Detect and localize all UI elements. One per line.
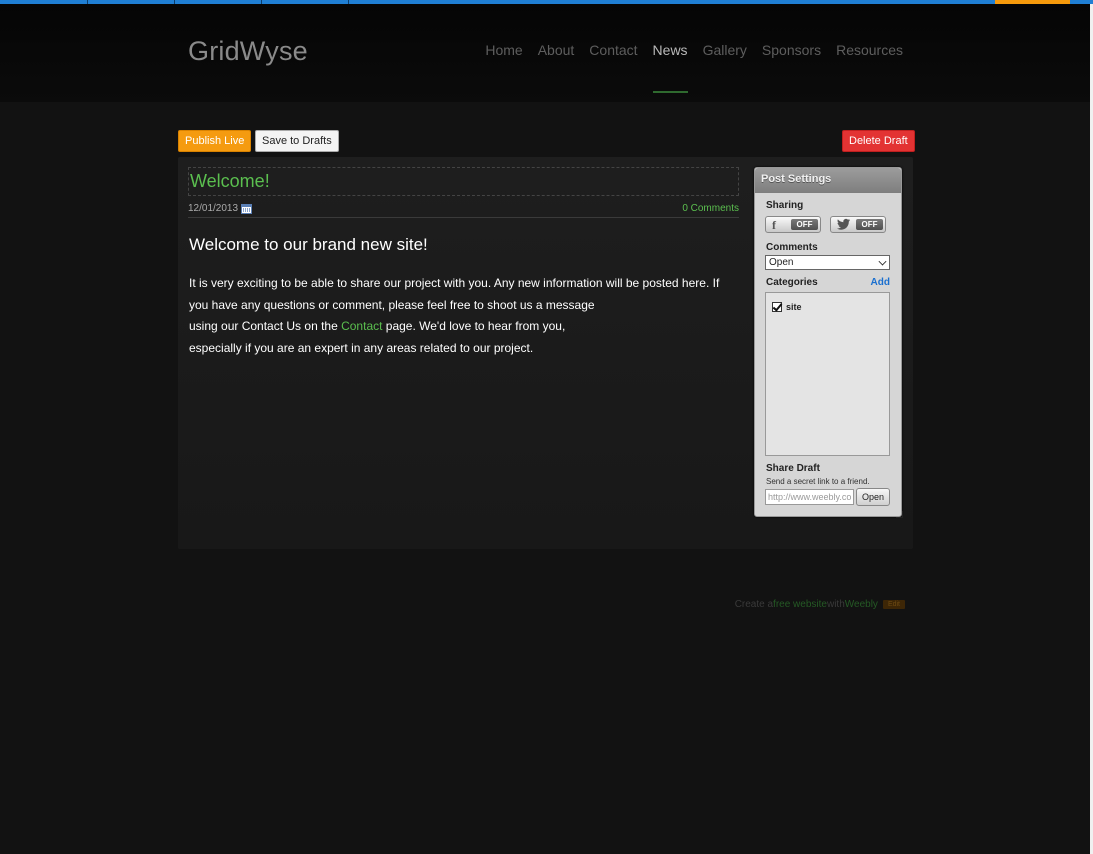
footer-text: with (826, 599, 845, 610)
nav-about[interactable]: About (538, 42, 575, 58)
publish-live-button[interactable]: Publish Live (178, 130, 252, 152)
chevron-down-icon (878, 257, 887, 266)
post-body-text: using our Contact Us on the (189, 319, 342, 333)
post-body-text: page. We'd love to hear from you, (382, 319, 566, 333)
calendar-icon[interactable] (241, 204, 252, 214)
post-body-text: especially if you are an expert in any a… (189, 340, 534, 355)
categories-list: site (765, 292, 890, 456)
nav-gallery[interactable]: Gallery (703, 42, 747, 58)
category-item[interactable]: site (772, 302, 802, 312)
save-to-drafts-button[interactable]: Save to Drafts (255, 130, 339, 152)
free-website-link[interactable]: free website (773, 599, 827, 610)
post-title[interactable]: Welcome! (190, 171, 270, 192)
checkbox-icon[interactable] (772, 302, 782, 312)
footer-text: Create a (734, 599, 774, 610)
share-draft-label: Share Draft (766, 463, 820, 474)
weebly-link[interactable]: Weebly (845, 599, 878, 610)
post-body-text: It is very exciting to be able to share … (189, 276, 720, 312)
nav-contact[interactable]: Contact (589, 42, 637, 58)
toggle-state: OFF (856, 219, 883, 230)
main-nav: Home About Contact News Gallery Sponsors… (470, 42, 903, 93)
delete-draft-button[interactable]: Delete Draft (842, 130, 915, 152)
post-title-editor[interactable]: Welcome! (188, 167, 739, 196)
comments-select[interactable]: Open (765, 255, 890, 270)
sharing-label: Sharing (766, 200, 804, 211)
footer-edit-button[interactable]: Edit (882, 600, 905, 609)
categories-label: Categories (766, 277, 818, 288)
nav-news[interactable]: News (652, 42, 688, 93)
post-meta: 12/01/2013 0 Comments (188, 202, 739, 218)
site-footer: Create a free website with Weebly Edit (735, 599, 905, 610)
nav-sponsors[interactable]: Sponsors (762, 42, 821, 58)
comments-select-value: Open (769, 257, 794, 268)
twitter-share-toggle[interactable]: OFF (830, 216, 886, 233)
facebook-icon: f (772, 218, 776, 232)
site-title[interactable]: GridWyse (188, 36, 308, 67)
nav-home[interactable]: Home (485, 42, 522, 58)
contact-link[interactable]: Contact (341, 319, 382, 333)
open-share-link-button[interactable]: Open (856, 488, 890, 506)
comments-link[interactable]: 0 Comments (682, 203, 739, 214)
resize-icon[interactable] (896, 511, 903, 518)
post-heading[interactable]: Welcome to our brand new site! (189, 235, 428, 255)
toggle-state: OFF (791, 219, 818, 230)
post-settings-panel: Post Settings Sharing f OFF OFF Comments… (754, 167, 903, 518)
comments-label: Comments (766, 242, 818, 253)
facebook-share-toggle[interactable]: f OFF (765, 216, 821, 233)
post-date: 12/01/2013 (188, 203, 239, 214)
post-body[interactable]: It is very exciting to be able to share … (189, 273, 734, 359)
share-draft-description: Send a secret link to a friend. (766, 477, 870, 486)
share-url-field[interactable]: http://www.weebly.co (765, 489, 854, 505)
post-settings-header[interactable]: Post Settings (755, 168, 901, 193)
site-header: GridWyse Home About Contact News Gallery… (0, 4, 1090, 102)
nav-resources[interactable]: Resources (836, 42, 903, 58)
category-label: site (786, 302, 802, 312)
twitter-icon (837, 218, 851, 234)
add-category-link[interactable]: Add (871, 277, 890, 288)
